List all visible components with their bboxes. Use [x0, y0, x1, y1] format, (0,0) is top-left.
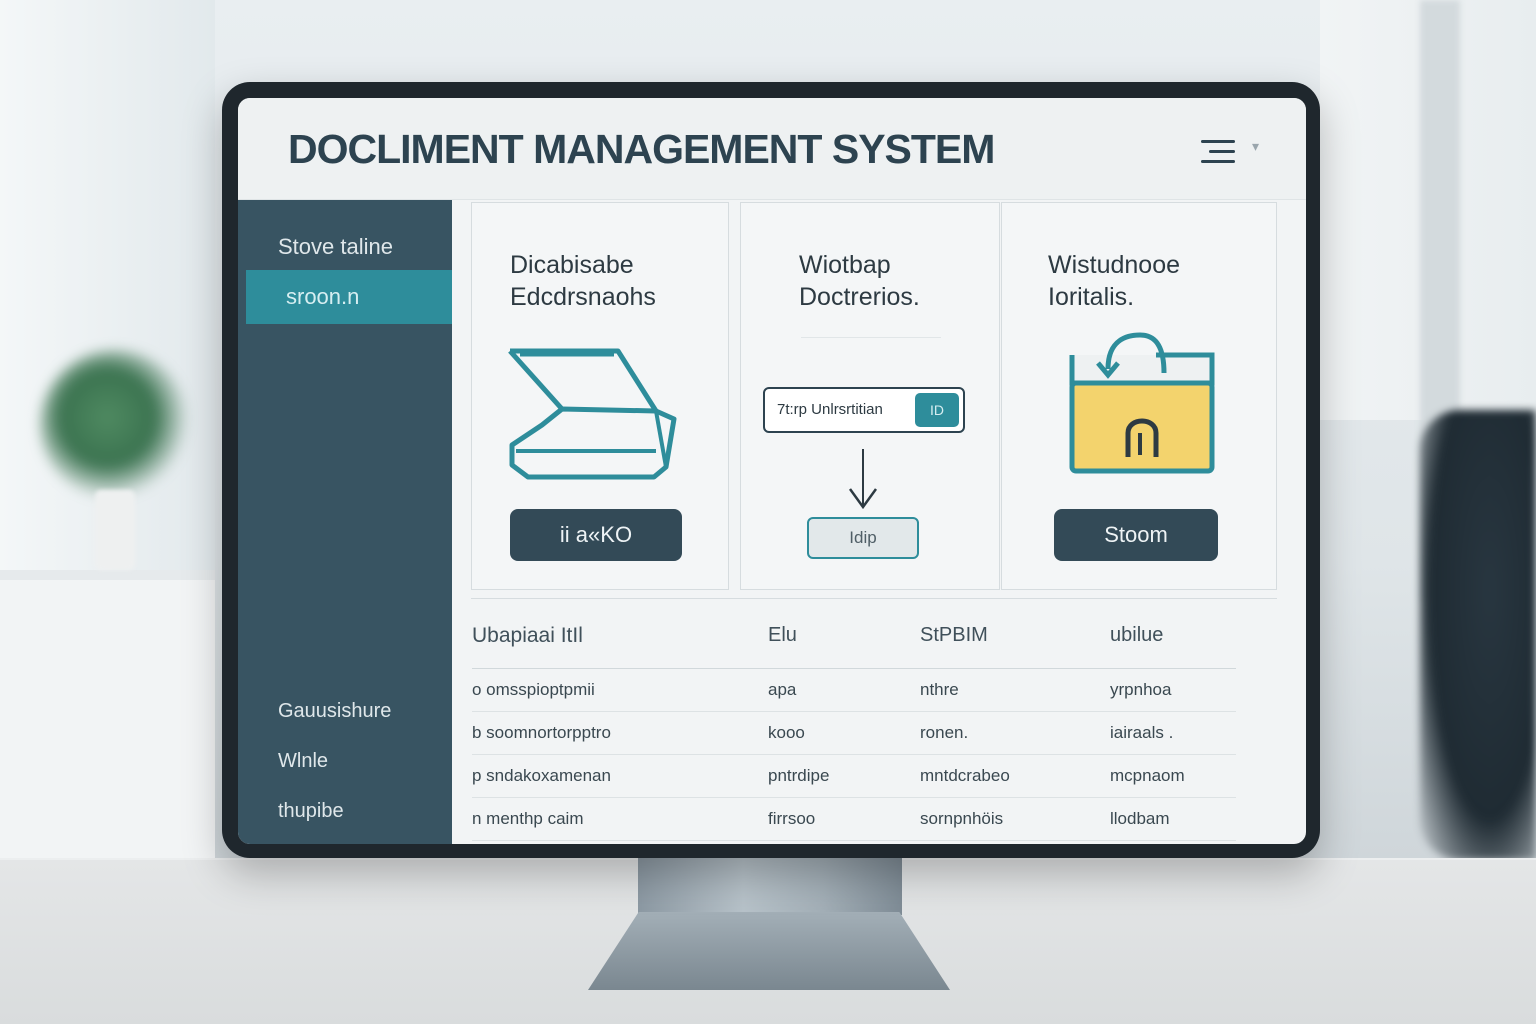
background-shelf: [0, 570, 215, 870]
chevron-down-icon[interactable]: ▾: [1252, 138, 1259, 155]
table-header-row: Ubapiaai ItIl Elu StPBIM ubilue: [472, 618, 1236, 669]
sidebar: Stove taline sroon.n Gauusishure Wlnle t…: [238, 200, 452, 844]
table-cell: o omsspioptpmii: [472, 668, 768, 712]
table-cell: mcpnaom: [1110, 754, 1236, 798]
monitor-stand-base: [588, 912, 950, 990]
card-title-line2: Edcdrsnaohs: [510, 283, 656, 311]
card-title-line1: Dicabisabe: [510, 251, 634, 279]
sidebar-item-active[interactable]: sroon.n: [246, 270, 452, 324]
sidebar-item-3[interactable]: thupibe: [278, 800, 344, 823]
feature-card-scan: Dicabisabe Edcdrsnaohs ii a«KO: [471, 202, 729, 590]
card-title-line1: Wiotbap: [799, 251, 891, 279]
scanner-icon: [508, 348, 677, 480]
documents-table: Ubapiaai ItIl Elu StPBIM ubilue o omsspi…: [472, 618, 1236, 841]
table-cell: llodbam: [1110, 797, 1236, 841]
table-cell: sornpnhöis: [920, 797, 1110, 841]
sidebar-item-1[interactable]: Gauusishure: [278, 700, 391, 723]
table-cell: yrpnhoa: [1110, 668, 1236, 712]
table-row[interactable]: b soomnortorpptro kooo ronen. iairaals .: [472, 711, 1236, 755]
scan-button[interactable]: ii a«KO: [510, 509, 682, 561]
card-title-line2: Ioritalis.: [1048, 283, 1135, 311]
table-cell: kooo: [768, 711, 920, 755]
card-divider: [801, 337, 941, 338]
workflow-step-button[interactable]: Idip: [807, 517, 919, 559]
menu-bar: [1201, 160, 1235, 163]
table-cell: iairaals .: [1110, 711, 1236, 755]
card-title: Dicabisabe Edcdrsnaohs: [510, 249, 656, 313]
table-cell: mntdcrabeo: [920, 754, 1110, 798]
table-cell: apa: [768, 668, 920, 712]
sidebar-item-2[interactable]: Wlnle: [278, 750, 328, 773]
sidebar-item-top[interactable]: Stove taline: [278, 234, 393, 260]
table-cell: firrsoo: [768, 797, 920, 841]
feature-card-secure: Wistudnooe Ioritalis. Stoom: [1001, 202, 1277, 590]
table-row[interactable]: n menthp caim firrsoo sornpnhöis llodbam: [472, 797, 1236, 841]
table-cell: n menthp caim: [472, 797, 768, 841]
table-cell: b soomnortorpptro: [472, 711, 768, 755]
column-header[interactable]: ubilue: [1110, 618, 1236, 669]
workflow-input-text: 7t:rp Unlrsrtitian: [777, 401, 883, 418]
monitor-stand: [638, 855, 902, 915]
workflow-input[interactable]: 7t:rp Unlrsrtitian ID: [763, 387, 965, 433]
hamburger-menu-icon[interactable]: [1201, 140, 1235, 164]
card-title-line2: Doctrerios.: [799, 283, 920, 311]
table-cell: p sndakoxamenan: [472, 754, 768, 798]
menu-bar: [1209, 150, 1235, 153]
menu-bar: [1201, 140, 1235, 143]
background-plant: [40, 350, 190, 500]
table-cell: ronen.: [920, 711, 1110, 755]
table-cell: pntrdipe: [768, 754, 920, 798]
background-plant-pot: [95, 490, 135, 570]
column-header[interactable]: StPBIM: [920, 618, 1110, 669]
card-title: Wiotbap Doctrerios.: [799, 249, 920, 313]
column-header[interactable]: Ubapiaai ItIl: [472, 618, 768, 669]
table-cell: nthre: [920, 668, 1110, 712]
card-title-line1: Wistudnooe: [1048, 251, 1181, 279]
background-chair: [1420, 410, 1536, 860]
secure-button[interactable]: Stoom: [1054, 509, 1218, 561]
column-header[interactable]: Elu: [768, 618, 920, 669]
arrow-down-icon: [848, 449, 878, 510]
table-row[interactable]: p sndakoxamenan pntrdipe mntdcrabeo mcpn…: [472, 754, 1236, 798]
page-title: DOCLIMENT MANAGEMENT SYSTEM: [288, 126, 995, 172]
app-window: DOCLIMENT MANAGEMENT SYSTEM ▾ Stove tali…: [238, 98, 1306, 844]
card-title: Wistudnooe Ioritalis.: [1048, 249, 1180, 313]
app-header: DOCLIMENT MANAGEMENT SYSTEM ▾: [238, 98, 1306, 200]
section-divider: [471, 598, 1277, 599]
feature-card-workflow: Wiotbap Doctrerios. 7t:rp Unlrsrtitian I…: [740, 202, 1000, 590]
workflow-input-tag[interactable]: ID: [915, 393, 959, 427]
lock-folder-icon: [1069, 332, 1215, 474]
table-row[interactable]: o omsspioptpmii apa nthre yrpnhoa: [472, 668, 1236, 712]
